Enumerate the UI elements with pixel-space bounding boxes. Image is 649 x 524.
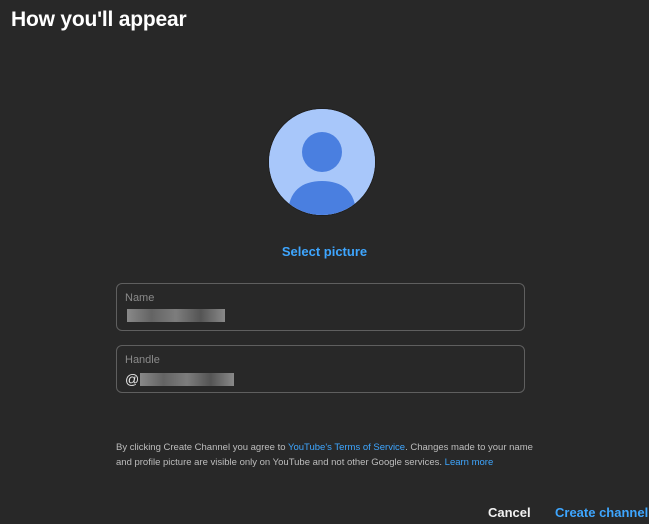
cancel-button[interactable]: Cancel (488, 505, 531, 520)
handle-prefix: @ (125, 371, 140, 387)
create-channel-dialog: How you'll appear Select picture Name Ha… (0, 0, 649, 524)
name-field-label: Name (125, 292, 155, 304)
handle-field-label: Handle (125, 354, 160, 366)
select-picture-link[interactable]: Select picture (0, 244, 649, 259)
profile-avatar[interactable] (268, 108, 376, 216)
learn-more-link[interactable]: Learn more (445, 457, 494, 468)
disclaimer-text-1: By clicking Create Channel you agree to (116, 442, 288, 453)
person-icon (269, 109, 375, 215)
name-field-value[interactable] (125, 309, 225, 322)
name-field[interactable]: Name (116, 283, 525, 331)
terms-disclaimer: By clicking Create Channel you agree to … (116, 440, 536, 470)
redacted-name (127, 309, 225, 322)
create-channel-button[interactable]: Create channel (555, 505, 648, 520)
dialog-title: How you'll appear (11, 8, 187, 31)
redacted-handle (140, 372, 235, 386)
handle-field-value[interactable]: @ (125, 371, 235, 387)
terms-of-service-link[interactable]: YouTube's Terms of Service (288, 442, 405, 453)
handle-field[interactable]: Handle @ (116, 345, 525, 393)
